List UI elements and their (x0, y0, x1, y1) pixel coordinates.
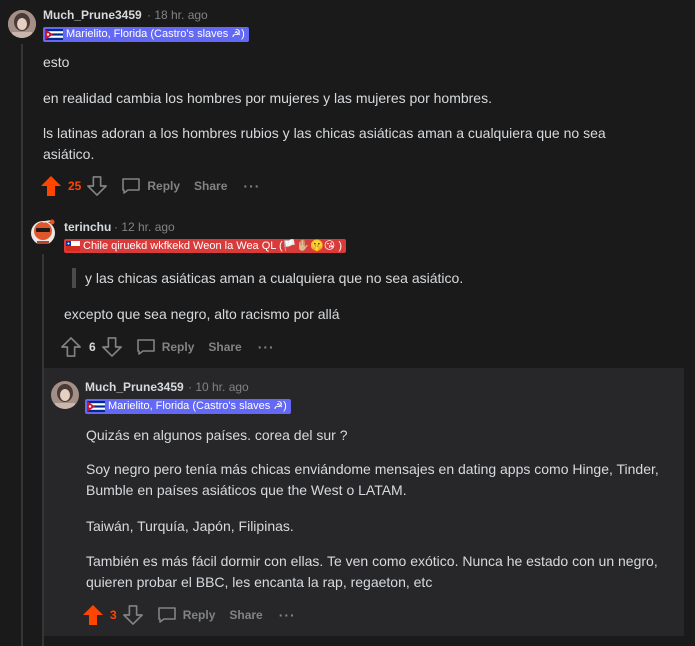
comment-paragraph: excepto que sea negro, alto racismo por … (64, 306, 340, 322)
downvote-arrow-icon[interactable] (101, 337, 122, 357)
reply-button[interactable]: Reply (136, 338, 195, 356)
comment-actions: 25 Reply Share ··· (40, 174, 260, 198)
cuba-flag-icon (45, 29, 63, 40)
thread-line-1[interactable] (21, 44, 23, 646)
vote-count: 6 (89, 340, 96, 354)
avatar[interactable] (28, 216, 56, 244)
comment-actions: 3 Reply Share ··· (82, 603, 296, 627)
share-button[interactable]: Share (208, 340, 241, 354)
upvote-arrow-icon[interactable] (61, 337, 81, 357)
comment-bubble-icon (122, 178, 141, 194)
blockquote-text: y las chicas asiáticas aman a cualquiera… (85, 270, 464, 286)
chile-flag-icon (66, 241, 80, 251)
share-button[interactable]: Share (194, 179, 227, 193)
user-flair: Marielito, Florida (Castro's slaves ☭) (43, 27, 249, 42)
more-options-icon[interactable]: ··· (279, 607, 296, 623)
user-flair: Chile qiruekd wkfkekd Weon la Wea QL (🏳️… (64, 239, 346, 253)
comment-paragraph: en realidad cambia los hombres por mujer… (43, 90, 492, 106)
user-flair: Marielito, Florida (Castro's slaves ☭) (85, 399, 291, 414)
reply-label: Reply (182, 608, 216, 622)
comment-paragraph: También es más fácil dormir con ellas. T… (86, 553, 658, 590)
reply-button[interactable]: Reply (157, 606, 216, 624)
cuba-flag-icon (87, 401, 105, 412)
upvote-arrow-icon[interactable] (40, 175, 62, 197)
username[interactable]: terinchu (64, 220, 111, 234)
comment-paragraph: ls latinas adoran a los hombres rubios y… (43, 125, 606, 162)
comment-paragraph: esto (43, 54, 70, 70)
timestamp[interactable]: · 12 hr. ago (114, 220, 175, 234)
comment-bubble-icon (157, 607, 176, 623)
username[interactable]: Much_Prune3459 (43, 8, 142, 22)
vote-count: 25 (68, 179, 82, 193)
share-button[interactable]: Share (229, 608, 262, 622)
username[interactable]: Much_Prune3459 (85, 380, 184, 394)
reply-label: Reply (147, 179, 181, 193)
comment-bubble-icon (136, 339, 155, 355)
reply-label: Reply (161, 340, 195, 354)
reply-button[interactable]: Reply (121, 177, 180, 195)
flair-text: Marielito, Florida (Castro's slaves ☭) (66, 28, 245, 40)
comment-paragraph: Quizás en algunos países. corea del sur … (86, 427, 348, 443)
avatar[interactable] (8, 10, 36, 38)
flair-text: Chile qiruekd wkfkekd Weon la Wea QL (🏳️… (83, 240, 342, 252)
comment-paragraph: Soy negro pero tenía más chicas enviándo… (86, 461, 659, 498)
comment-actions: 6 Reply Share ··· (61, 335, 275, 359)
comment-paragraph: Taiwán, Turquía, Japón, Filipinas. (86, 518, 294, 534)
timestamp[interactable]: · 18 hr. ago (147, 8, 208, 22)
downvote-arrow-icon[interactable] (87, 176, 108, 196)
upvote-arrow-icon[interactable] (82, 604, 104, 626)
more-options-icon[interactable]: ··· (258, 339, 275, 355)
downvote-arrow-icon[interactable] (122, 605, 143, 625)
blockquote-bar (72, 268, 76, 288)
timestamp[interactable]: · 10 hr. ago (188, 380, 249, 394)
vote-count: 3 (110, 608, 117, 622)
flair-text: Marielito, Florida (Castro's slaves ☭) (108, 400, 287, 412)
more-options-icon[interactable]: ··· (243, 178, 260, 194)
avatar[interactable] (51, 381, 79, 409)
